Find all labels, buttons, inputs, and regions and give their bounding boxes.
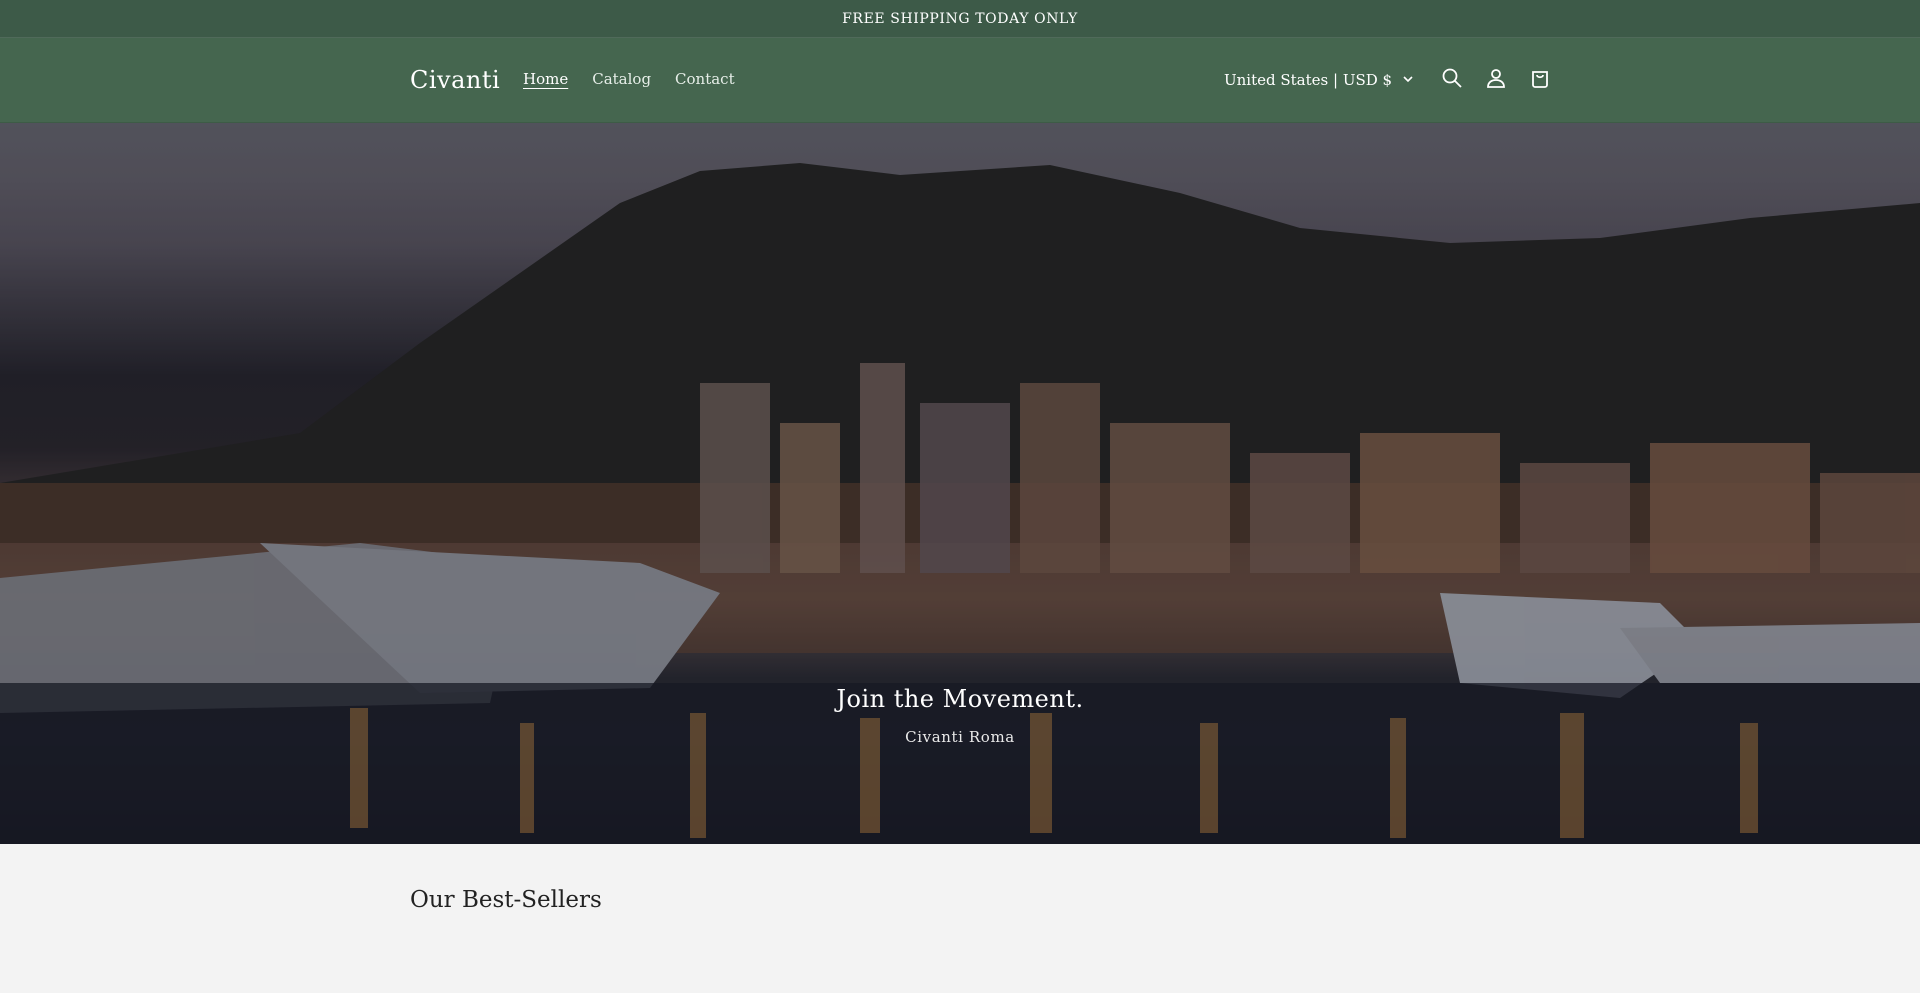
logo-link[interactable]: Civanti	[410, 66, 500, 94]
announcement-text: FREE SHIPPING TODAY ONLY	[842, 10, 1078, 27]
locale-label: United States | USD $	[1224, 71, 1393, 89]
nav-catalog[interactable]: Catalog	[592, 70, 651, 88]
nav-contact[interactable]: Contact	[675, 70, 735, 88]
cart-icon	[1528, 66, 1552, 94]
site-header: Civanti Home Catalog Contact United Stat…	[0, 38, 1920, 123]
best-sellers-section: Our Best-Sellers	[0, 844, 1920, 993]
nav-home[interactable]: Home	[523, 70, 568, 88]
cart-button[interactable]	[1518, 58, 1562, 102]
hero-subtitle: Civanti Roma	[905, 728, 1015, 746]
locale-selector[interactable]: United States | USD $	[1224, 71, 1414, 89]
best-sellers-heading: Our Best-Sellers	[410, 887, 602, 913]
announcement-bar: FREE SHIPPING TODAY ONLY	[0, 0, 1920, 38]
search-icon	[1440, 66, 1464, 94]
chevron-down-icon	[1402, 71, 1414, 89]
account-icon	[1484, 66, 1508, 94]
header-actions: United States | USD $	[1224, 58, 1562, 102]
hero-banner: Join the Movement. Civanti Roma	[0, 123, 1920, 844]
account-button[interactable]	[1474, 58, 1518, 102]
search-button[interactable]	[1430, 58, 1474, 102]
hero-title: Join the Movement.	[836, 685, 1084, 713]
main-nav: Home Catalog Contact	[523, 70, 735, 88]
